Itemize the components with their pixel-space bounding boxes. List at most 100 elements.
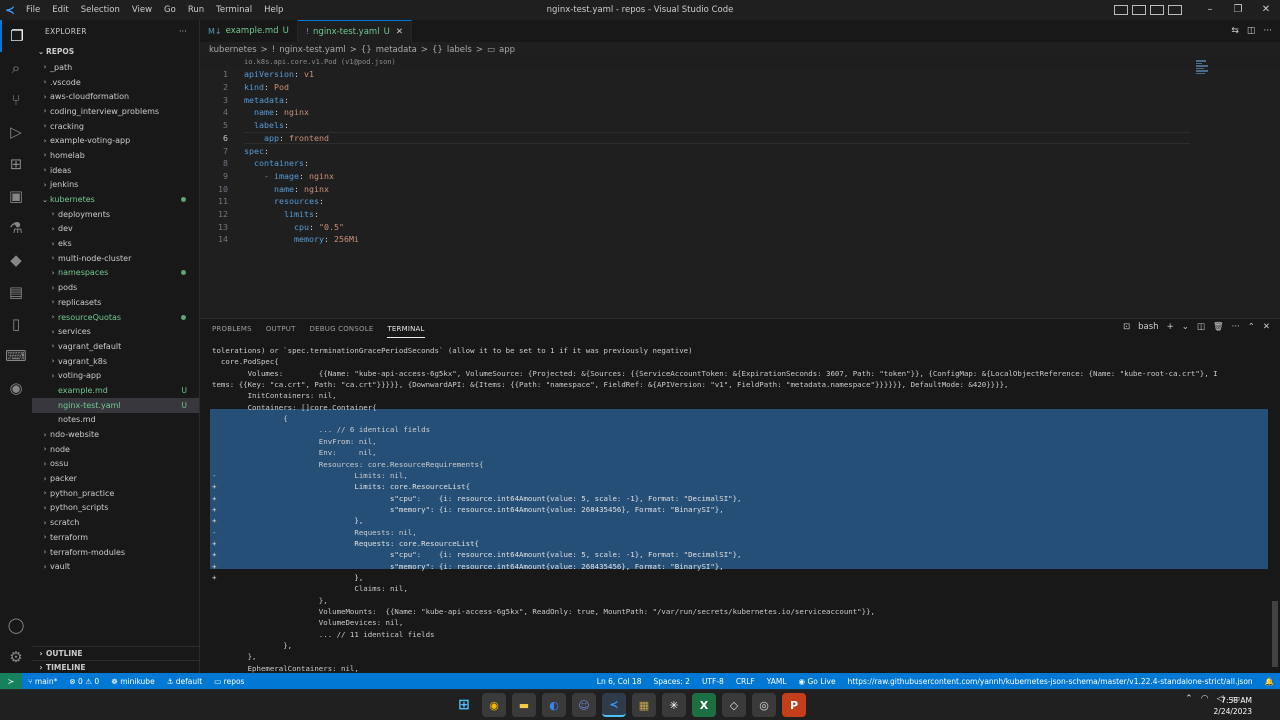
accounts-icon[interactable]: ◯: [0, 609, 32, 641]
folder-item[interactable]: › packer: [32, 471, 199, 486]
terminal-shell-name[interactable]: bash: [1138, 322, 1158, 332]
folder-item[interactable]: › vagrant_default: [32, 339, 199, 354]
folder-item[interactable]: › aws-cloudformation: [32, 89, 199, 104]
folder-item[interactable]: › dev: [32, 222, 199, 237]
folder-item[interactable]: › ideas: [32, 163, 199, 178]
folder-item[interactable]: › scratch: [32, 515, 199, 530]
folder-item[interactable]: › replicasets: [32, 295, 199, 310]
outline-section[interactable]: › OUTLINE: [32, 646, 200, 660]
breadcrumb-segment[interactable]: app: [499, 45, 515, 55]
status-indentation[interactable]: Spaces: 2: [647, 677, 695, 686]
tab-nginx-test-yaml[interactable]: ! nginx-test.yaml U ✕: [297, 20, 412, 42]
terminal-icon[interactable]: ⌨: [0, 340, 32, 372]
folder-item[interactable]: › pods: [32, 280, 199, 295]
terminal-dropdown-icon[interactable]: ⌄: [1182, 322, 1189, 332]
menu-item-edit[interactable]: Edit: [46, 5, 74, 15]
folder-item[interactable]: › terraform: [32, 530, 199, 545]
folder-item[interactable]: › jenkins: [32, 178, 199, 193]
search-icon[interactable]: ⌕: [0, 52, 32, 84]
folder-item[interactable]: › vagrant_k8s: [32, 354, 199, 369]
kill-terminal-icon[interactable]: 🗑: [1213, 322, 1224, 332]
close-tab-icon[interactable]: ✕: [396, 27, 403, 37]
chrome-icon[interactable]: ◉: [482, 693, 506, 717]
status-kube-namespace[interactable]: ⚓ default: [161, 677, 209, 686]
status-language-mode[interactable]: YAML: [761, 677, 793, 686]
timeline-section[interactable]: › TIMELINE: [32, 660, 200, 674]
menu-item-help[interactable]: Help: [258, 5, 289, 15]
menu-item-run[interactable]: Run: [182, 5, 210, 15]
terraform-icon[interactable]: ◆: [0, 244, 32, 276]
tab-example-md[interactable]: M↓ example.md U: [200, 20, 298, 42]
testing-icon[interactable]: ⚗: [0, 212, 32, 244]
terminal-output[interactable]: tolerations) or `spec.terminationGracePe…: [200, 341, 1280, 674]
source-control-icon[interactable]: ⑂: [0, 84, 32, 116]
folder-item[interactable]: › services: [32, 324, 199, 339]
virtualbox-icon[interactable]: ◇: [722, 693, 746, 717]
powerpoint-icon[interactable]: P: [782, 693, 806, 717]
folder-item[interactable]: › ndo-website: [32, 427, 199, 442]
folder-item[interactable]: › python_scripts: [32, 501, 199, 516]
minimize-icon[interactable]: –: [1196, 0, 1224, 20]
new-terminal-icon[interactable]: +: [1167, 322, 1174, 332]
folder-item[interactable]: › namespaces: [32, 266, 199, 281]
file-item[interactable]: example.md U: [32, 383, 199, 398]
toggle-secondary-sidebar-icon[interactable]: [1150, 5, 1164, 15]
folder-item[interactable]: › python_practice: [32, 486, 199, 501]
folder-item[interactable]: › ossu: [32, 457, 199, 472]
run-debug-icon[interactable]: ▷: [0, 116, 32, 148]
github-icon[interactable]: ◉: [0, 372, 32, 404]
folder-item[interactable]: › homelab: [32, 148, 199, 163]
chevron-up-icon[interactable]: ⌃: [1185, 694, 1193, 704]
status-git-branch[interactable]: ⑂ main*: [22, 677, 63, 686]
file-explorer-icon[interactable]: ▬: [512, 693, 536, 717]
menu-item-terminal[interactable]: Terminal: [210, 5, 258, 15]
minecraft-icon[interactable]: ▦: [632, 693, 656, 717]
folder-item[interactable]: ⌄ kubernetes: [32, 192, 199, 207]
toggle-primary-sidebar-icon[interactable]: [1114, 5, 1128, 15]
breadcrumb-segment[interactable]: labels: [447, 45, 472, 55]
open-changes-icon[interactable]: ⇆: [1231, 26, 1239, 36]
folder-item[interactable]: › node: [32, 442, 199, 457]
breadcrumb-segment[interactable]: metadata: [376, 45, 417, 55]
terminal-scrollbar[interactable]: [1272, 601, 1278, 667]
folder-item[interactable]: › resourceQuotas: [32, 310, 199, 325]
obs-icon[interactable]: ◎: [752, 693, 776, 717]
maximize-icon[interactable]: ❐: [1224, 0, 1252, 20]
folder-item[interactable]: › voting-app: [32, 368, 199, 383]
menu-item-go[interactable]: Go: [158, 5, 182, 15]
status-cursor-position[interactable]: Ln 6, Col 18: [591, 677, 648, 686]
excel-icon[interactable]: X: [692, 693, 716, 717]
status-line-ending[interactable]: CRLF: [730, 677, 761, 686]
remote-explorer-icon[interactable]: ▣: [0, 180, 32, 212]
panel-tab-output[interactable]: OUTPUT: [266, 321, 296, 337]
vscode-taskbar-icon[interactable]: ≺: [602, 693, 626, 717]
close-window-icon[interactable]: ✕: [1252, 0, 1280, 20]
split-editor-icon[interactable]: ◫: [1247, 26, 1256, 36]
folder-item[interactable]: › example-voting-app: [32, 133, 199, 148]
file-item[interactable]: nginx-test.yaml U: [32, 397, 199, 413]
file-item[interactable]: notes.md: [32, 413, 199, 428]
docker-icon[interactable]: ▤: [0, 276, 32, 308]
folder-item[interactable]: › eks: [32, 236, 199, 251]
customize-layout-icon[interactable]: [1168, 5, 1182, 15]
wifi-icon[interactable]: ◠: [1201, 694, 1209, 704]
folder-item[interactable]: › terraform-modules: [32, 545, 199, 560]
breadcrumb-segment[interactable]: kubernetes: [209, 45, 257, 55]
status-workspace-folder[interactable]: ▭ repos: [208, 677, 250, 686]
menu-item-selection[interactable]: Selection: [75, 5, 126, 15]
folder-item[interactable]: › vault: [32, 559, 199, 574]
more-actions-icon[interactable]: ···: [1263, 26, 1272, 36]
maximize-panel-icon[interactable]: ⌃: [1248, 322, 1255, 332]
status-encoding[interactable]: UTF-8: [696, 677, 730, 686]
settings-gear-icon[interactable]: ⚙: [0, 641, 32, 673]
folder-item[interactable]: › coding_interview_problems: [32, 104, 199, 119]
remote-indicator-icon[interactable]: ≻: [0, 673, 22, 689]
panel-more-icon[interactable]: ···: [1232, 322, 1240, 332]
minimap[interactable]: [1196, 60, 1212, 80]
slack-icon[interactable]: ✳: [662, 693, 686, 717]
breadcrumb-segment[interactable]: nginx-test.yaml: [279, 45, 346, 55]
split-terminal-icon[interactable]: ◫: [1197, 322, 1205, 332]
windows-start-icon[interactable]: ⊞: [452, 693, 476, 717]
toggle-panel-icon[interactable]: [1132, 5, 1146, 15]
folder-item[interactable]: › deployments: [32, 207, 199, 222]
